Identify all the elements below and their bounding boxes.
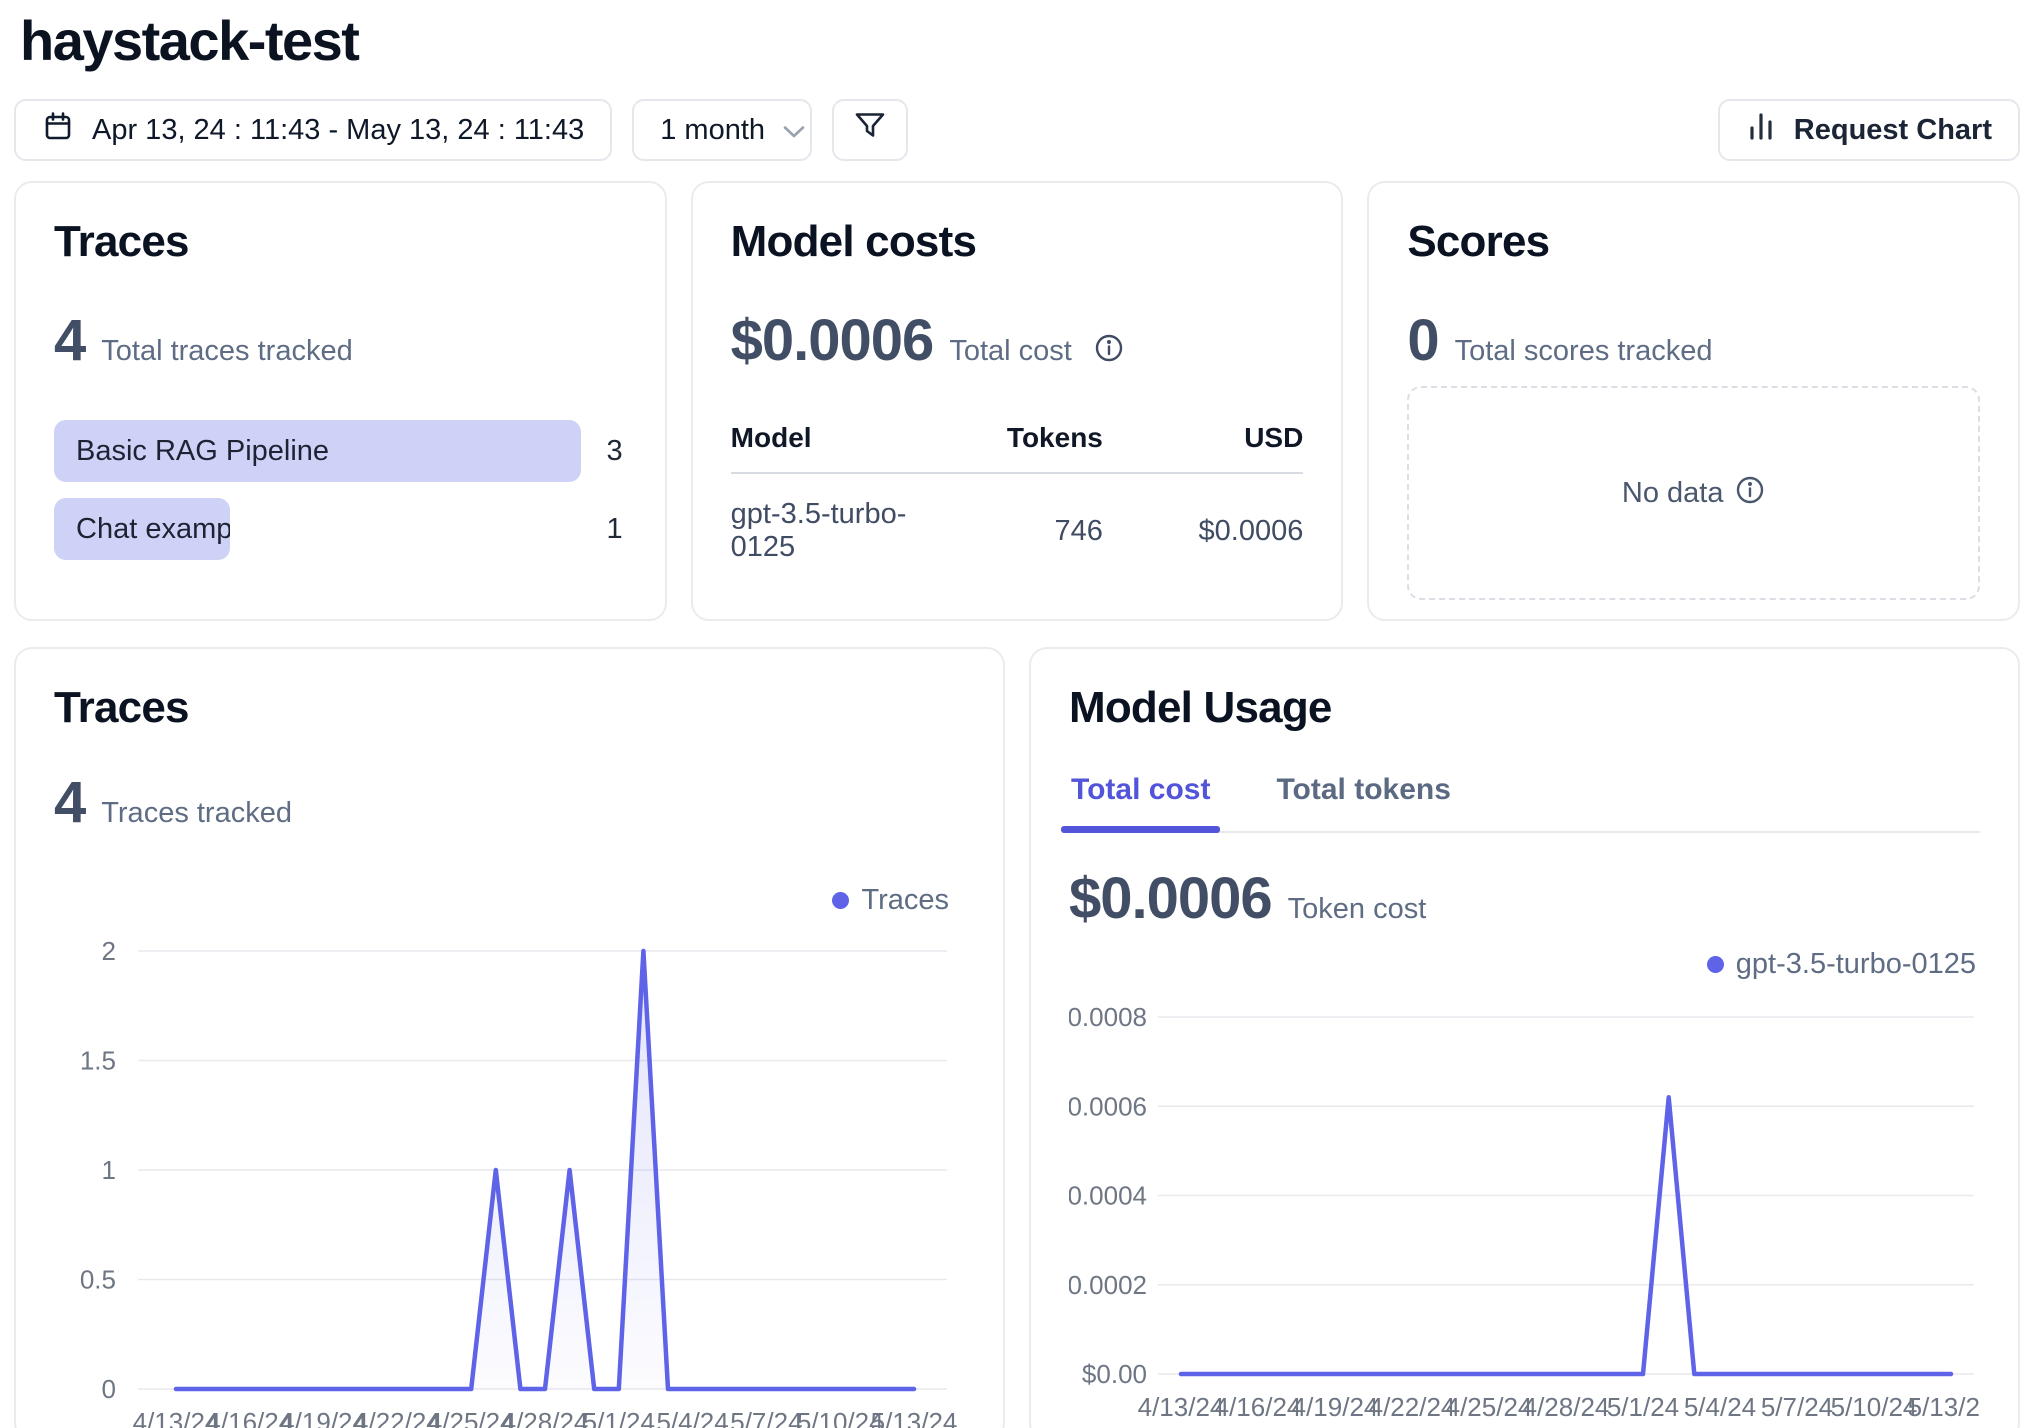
bar-chart-icon <box>1746 111 1776 149</box>
card-model-usage: Model Usage Total cost Total tokens $0.00… <box>1029 647 2020 1428</box>
model-usage-chart-svg[interactable]: $0.00 $0.0002 $0.0004 $0.0006 $0.0008 4/13/24… <box>1053 989 1994 1428</box>
info-icon[interactable] <box>1735 475 1765 513</box>
svg-text:4/28/24: 4/28/24 <box>1523 1392 1610 1422</box>
svg-text:5/4/24: 5/4/24 <box>656 1407 728 1428</box>
trace-bar[interactable]: Basic RAG Pipeline <box>54 420 581 482</box>
traces-tracked-label: Traces tracked <box>101 797 292 829</box>
total-cost-label: Total cost <box>949 335 1072 367</box>
token-cost-value: $0.0006 <box>1069 866 1273 931</box>
svg-text:$0.00: $0.00 <box>1082 1359 1147 1389</box>
svg-text:$0.0008: $0.0008 <box>1069 1002 1147 1032</box>
svg-text:5/7/24: 5/7/24 <box>730 1407 802 1428</box>
svg-text:$0.0004: $0.0004 <box>1069 1181 1147 1211</box>
traces-legend-label: Traces <box>861 884 949 916</box>
traces-card-title: Traces <box>54 217 189 266</box>
no-data-label: No data <box>1621 476 1724 509</box>
trace-bar-row: Chat example 1 <box>54 498 627 560</box>
model-cost-cell: $0.0006 <box>1198 514 1304 547</box>
svg-text:5/13/24: 5/13/24 <box>871 1407 958 1428</box>
traces-bar-list: Basic RAG Pipeline 3 Chat example 1 <box>54 420 627 560</box>
svg-text:4/13/24: 4/13/24 <box>1138 1392 1225 1422</box>
model-cost-row: gpt-3.5-turbo-0125 746 $0.0006 <box>731 473 1304 564</box>
trace-bar-count: 1 <box>606 512 623 545</box>
svg-text:5/13/24: 5/13/24 <box>1908 1392 1980 1422</box>
filter-icon <box>854 111 886 149</box>
period-select[interactable]: 1 month <box>632 99 813 161</box>
traces-total-label: Total traces tracked <box>101 335 353 367</box>
svg-text:4/28/24: 4/28/24 <box>502 1407 589 1428</box>
total-cost-value: $0.0006 <box>730 308 935 373</box>
svg-text:5/4/24: 5/4/24 <box>1684 1392 1756 1422</box>
model-cost-cell: gpt-3.5-turbo-0125 <box>730 498 907 563</box>
svg-text:2: 2 <box>102 936 116 966</box>
chevron-down-icon <box>783 114 805 147</box>
svg-text:5/1/24: 5/1/24 <box>1607 1392 1679 1422</box>
period-value: 1 month <box>660 113 766 146</box>
model-cost-cell: 746 <box>1054 514 1103 547</box>
svg-text:0.5: 0.5 <box>80 1265 116 1295</box>
tab-total-tokens[interactable]: Total tokens <box>1274 773 1452 831</box>
model-costs-title: Model costs <box>730 217 977 266</box>
traces-chart-svg[interactable]: 00.511.524/13/244/16/244/19/244/22/244/2… <box>54 925 965 1428</box>
page-title: haystack-test <box>20 9 360 72</box>
traces-tracked-value: 4 <box>54 770 86 835</box>
trace-bar-count: 3 <box>606 434 623 467</box>
scores-total: 0 <box>1407 308 1439 373</box>
svg-text:4/19/24: 4/19/24 <box>1292 1392 1379 1422</box>
date-range-label: Apr 13, 24 : 11:43 - May 13, 24 : 11:43 <box>92 113 585 146</box>
model-cost-table: Model Tokens USD gpt-3.5-turbo-0125 746 $0.0… <box>730 422 1304 564</box>
svg-text:4/16/24: 4/16/24 <box>1215 1392 1302 1422</box>
request-chart-button[interactable]: Request Chart <box>1717 99 2020 161</box>
card-traces-chart: Traces 4 Traces tracked Traces 0 0.5 1 1.5 2… <box>14 647 1005 1428</box>
model-usage-title: Model Usage <box>1069 683 1332 732</box>
svg-text:4/25/24: 4/25/24 <box>1446 1392 1533 1422</box>
traces-legend: Traces <box>54 884 965 917</box>
filter-button[interactable] <box>832 99 909 161</box>
svg-text:5/7/24: 5/7/24 <box>1761 1392 1833 1422</box>
card-scores: Scores 0 Total scores tracked No data <box>1367 181 2020 621</box>
traces-total: 4 <box>54 308 86 373</box>
legend-dot <box>1706 956 1724 973</box>
model-usage-tabs: Total cost Total tokens <box>1060 773 1980 833</box>
usage-legend: gpt-3.5-turbo-0125 <box>1069 948 1980 981</box>
toolbar: Apr 13, 24 : 11:43 - May 13, 24 : 11:43 … <box>14 99 2020 161</box>
svg-text:0: 0 <box>102 1374 116 1404</box>
tab-total-cost[interactable]: Total cost <box>1060 773 1221 833</box>
svg-text:5/1/24: 5/1/24 <box>583 1407 655 1428</box>
svg-text:$0.0006: $0.0006 <box>1069 1091 1147 1121</box>
calendar-icon <box>42 110 74 150</box>
scores-empty-box: No data <box>1407 386 1980 600</box>
svg-text:4/22/24: 4/22/24 <box>1369 1392 1456 1422</box>
scores-total-label: Total scores tracked <box>1454 335 1713 367</box>
svg-text:1.5: 1.5 <box>80 1046 116 1076</box>
date-range-button[interactable]: Apr 13, 24 : 11:43 - May 13, 24 : 11:43 <box>14 99 613 161</box>
usage-legend-label: gpt-3.5-turbo-0125 <box>1735 948 1976 980</box>
cost-table-header: Tokens <box>959 422 1103 474</box>
token-cost-label: Token cost <box>1287 893 1427 925</box>
legend-dot <box>832 892 850 909</box>
svg-text:5/10/24: 5/10/24 <box>1831 1392 1918 1422</box>
info-icon[interactable] <box>1094 333 1124 368</box>
trace-bar[interactable]: Chat example <box>54 498 230 560</box>
scores-card-title: Scores <box>1407 217 1550 266</box>
cost-table-header: Model <box>730 422 960 474</box>
svg-text:1: 1 <box>102 1155 116 1185</box>
traces-chart-title: Traces <box>54 683 189 732</box>
trace-bar-row: Basic RAG Pipeline 3 <box>54 420 627 482</box>
card-model-costs: Model costs $0.0006 Total cost Model Toke… <box>690 181 1344 621</box>
card-traces: Traces 4 Total traces tracked Basic RAG … <box>14 181 667 621</box>
svg-text:$0.0002: $0.0002 <box>1069 1270 1147 1300</box>
cost-table-header: USD <box>1102 422 1304 474</box>
request-chart-label: Request Chart <box>1793 113 1992 146</box>
